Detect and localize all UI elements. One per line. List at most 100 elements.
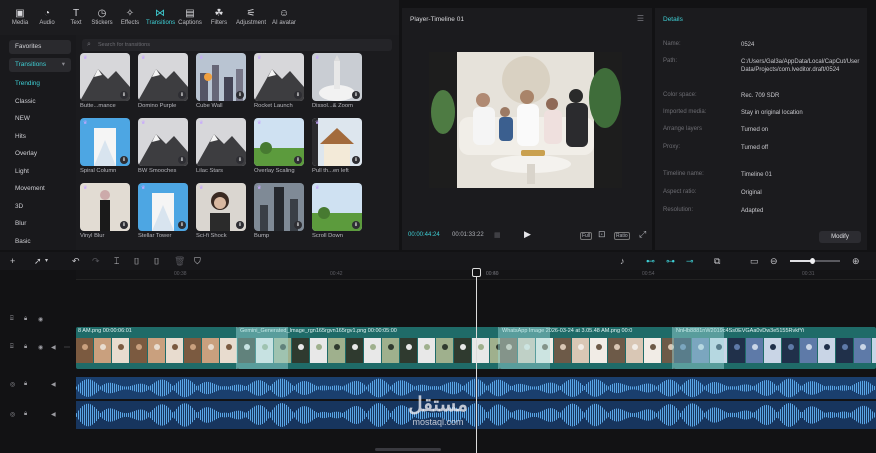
microphone-icon[interactable]: ♪ <box>620 254 625 268</box>
sidebar-item-overlay[interactable]: Overlay <box>15 150 37 157</box>
download-icon[interactable]: ⬇ <box>120 221 128 229</box>
download-icon[interactable]: ⬇ <box>178 91 186 99</box>
transition-marker[interactable] <box>498 327 550 369</box>
zoom-out-icon[interactable]: ⊖ <box>770 254 778 268</box>
transition-tile[interactable]: ♛ ⬇ Bump <box>254 183 304 243</box>
premium-badge-icon: ♛ <box>83 120 88 126</box>
zoom-slider[interactable] <box>790 258 840 264</box>
tool-ai-avatar[interactable]: ☺ AI avatar <box>270 8 298 32</box>
marker-icon[interactable]: ⛉ <box>194 254 201 268</box>
timeline-grid-icon[interactable]: ▦ <box>494 231 501 239</box>
split-left-icon[interactable]: ⌷ <box>134 254 139 268</box>
delete-icon[interactable]: 🗑 <box>174 254 185 268</box>
playhead-handle[interactable] <box>472 268 481 277</box>
volume-icon[interactable]: ◀ <box>51 344 56 351</box>
sidebar-transitions[interactable]: Transitions ▾ <box>9 58 71 72</box>
zoom-in-icon[interactable]: ⊕ <box>852 254 860 268</box>
tool-stickers[interactable]: ◷ Stickers <box>88 8 116 32</box>
eye-icon[interactable]: ◉ <box>38 316 43 323</box>
tool-transitions[interactable]: ⋈ Transitions <box>146 8 175 32</box>
tool-media[interactable]: ▣ Media <box>6 8 34 32</box>
transition-tile[interactable]: ♛ ⬇ Rocket Launch <box>254 53 304 113</box>
more-icon[interactable]: ⋯ <box>64 344 70 351</box>
tool-filters[interactable]: ☘ Filters <box>205 8 233 32</box>
menu-icon[interactable]: ☰ <box>637 14 644 23</box>
zoom-slider-handle[interactable] <box>810 258 815 264</box>
download-icon[interactable]: ⬇ <box>178 221 186 229</box>
preview-axis-icon[interactable]: ⧉ <box>714 254 720 268</box>
video-clip[interactable]: 8 AM.png 00:00:06:01 <box>76 327 238 369</box>
fullscreen-icon[interactable]: ⤢ <box>639 229 646 240</box>
transition-marker[interactable] <box>236 327 288 369</box>
lock-icon[interactable]: 🔒︎ <box>24 381 27 388</box>
download-icon[interactable]: ⬇ <box>120 156 128 164</box>
transition-tile[interactable]: ♛ ⬇ Domino Purple <box>138 53 188 113</box>
sidebar-item-classic[interactable]: Classic <box>15 98 36 105</box>
transition-tile[interactable]: ♛ ⬇ Scroll Down <box>312 183 362 243</box>
lock-icon[interactable]: 🔒︎ <box>24 411 27 418</box>
download-icon[interactable]: ⬇ <box>236 221 244 229</box>
caption-icon[interactable]: ▭ <box>750 254 759 268</box>
split-right-icon[interactable]: ⌷ <box>154 254 159 268</box>
sidebar-item-movement[interactable]: Movement <box>15 185 45 192</box>
lock-icon[interactable]: 🔒︎ <box>24 316 27 323</box>
transition-tile[interactable]: ♛ ⬇ Vinyl Blur <box>80 183 130 243</box>
download-icon[interactable]: ⬇ <box>352 91 360 99</box>
redo-icon[interactable]: ↷ <box>92 254 100 268</box>
transition-tile[interactable]: ♛ ⬇ Sci-fi Shock <box>196 183 246 243</box>
select-cursor-icon[interactable]: ➚ <box>34 254 42 268</box>
transition-tile[interactable]: ♛ ⬇ Butte...mance <box>80 53 130 113</box>
linkage-icon[interactable]: ⊸ <box>686 254 694 268</box>
chevron-down-icon: ▾ <box>61 61 65 68</box>
download-icon[interactable]: ⬇ <box>352 221 360 229</box>
sidebar-item-blur[interactable]: Blur <box>15 220 26 227</box>
lock-icon[interactable]: 🔒︎ <box>24 344 27 351</box>
transition-tile[interactable]: ♛ ⬇ Dissol...& Zoom <box>312 53 362 113</box>
eye-icon[interactable]: ◉ <box>38 344 43 351</box>
main-track-magnet-icon[interactable]: ⊷ <box>646 254 655 268</box>
download-icon[interactable]: ⬇ <box>352 156 360 164</box>
transition-tile[interactable]: ♛ ⬇ Overlay Scaling <box>254 118 304 178</box>
transition-tile[interactable]: ♛ ⬇ Stellar Tower <box>138 183 188 243</box>
transition-marker[interactable] <box>672 327 724 369</box>
download-icon[interactable]: ⬇ <box>294 221 302 229</box>
tool-adjustment[interactable]: ⚟ Adjustment <box>233 8 269 32</box>
download-icon[interactable]: ⬇ <box>120 91 128 99</box>
full-button[interactable]: Full <box>580 232 593 240</box>
sidebar-favorites[interactable]: Favorites <box>9 40 71 54</box>
tool-audio[interactable]: ◔ Audio <box>33 8 61 32</box>
split-icon[interactable]: ⌶ <box>114 254 119 268</box>
tool-text[interactable]: T Text <box>62 8 90 32</box>
download-icon[interactable]: ⬇ <box>294 91 302 99</box>
sidebar-item-3d[interactable]: 3D <box>15 203 23 210</box>
download-icon[interactable]: ⬇ <box>236 91 244 99</box>
sidebar-item-trending[interactable]: Trending <box>15 80 40 87</box>
horizontal-scrollbar[interactable] <box>375 448 441 451</box>
modify-button[interactable]: Modify <box>819 231 861 243</box>
download-icon[interactable]: ⬇ <box>178 156 186 164</box>
transition-tile[interactable]: ♛ ⬇ BW Smooches <box>138 118 188 178</box>
transition-tile[interactable]: ♛ ⬇ Spiral Column <box>80 118 130 178</box>
volume-icon[interactable]: ◀ <box>51 381 56 388</box>
transition-tile[interactable]: ♛ ⬇ Pull th...en left <box>312 118 362 178</box>
sidebar-item-light[interactable]: Light <box>15 168 29 175</box>
sidebar-item-basic[interactable]: Basic <box>15 238 31 245</box>
crop-icon[interactable]: ⊡ <box>598 229 606 240</box>
sidebar-item-hits[interactable]: Hits <box>15 133 26 140</box>
ratio-button[interactable]: Ratio <box>614 232 630 240</box>
download-icon[interactable]: ⬇ <box>236 156 244 164</box>
tool-effects[interactable]: ✧ Effects <box>116 8 144 32</box>
undo-icon[interactable]: ↶ <box>72 254 80 268</box>
tool-captions[interactable]: ▤ Captions <box>176 8 204 32</box>
play-button[interactable]: ▶ <box>524 229 531 240</box>
download-icon[interactable]: ⬇ <box>294 156 302 164</box>
transition-tile[interactable]: ♛ ⬇ Cube Wall <box>196 53 246 113</box>
chevron-down-icon[interactable]: ▾ <box>45 254 48 268</box>
detail-value: Timeline 01 <box>741 172 772 178</box>
volume-icon[interactable]: ◀ <box>51 411 56 418</box>
sidebar-item-new[interactable]: NEW <box>15 115 30 122</box>
auto-snap-icon[interactable]: ⊶ <box>666 254 675 268</box>
add-track-icon[interactable]: + <box>10 254 15 268</box>
search-input[interactable]: ⌕ Search for transitions <box>82 39 392 51</box>
transition-tile[interactable]: ♛ ⬇ Lilac Stars <box>196 118 246 178</box>
